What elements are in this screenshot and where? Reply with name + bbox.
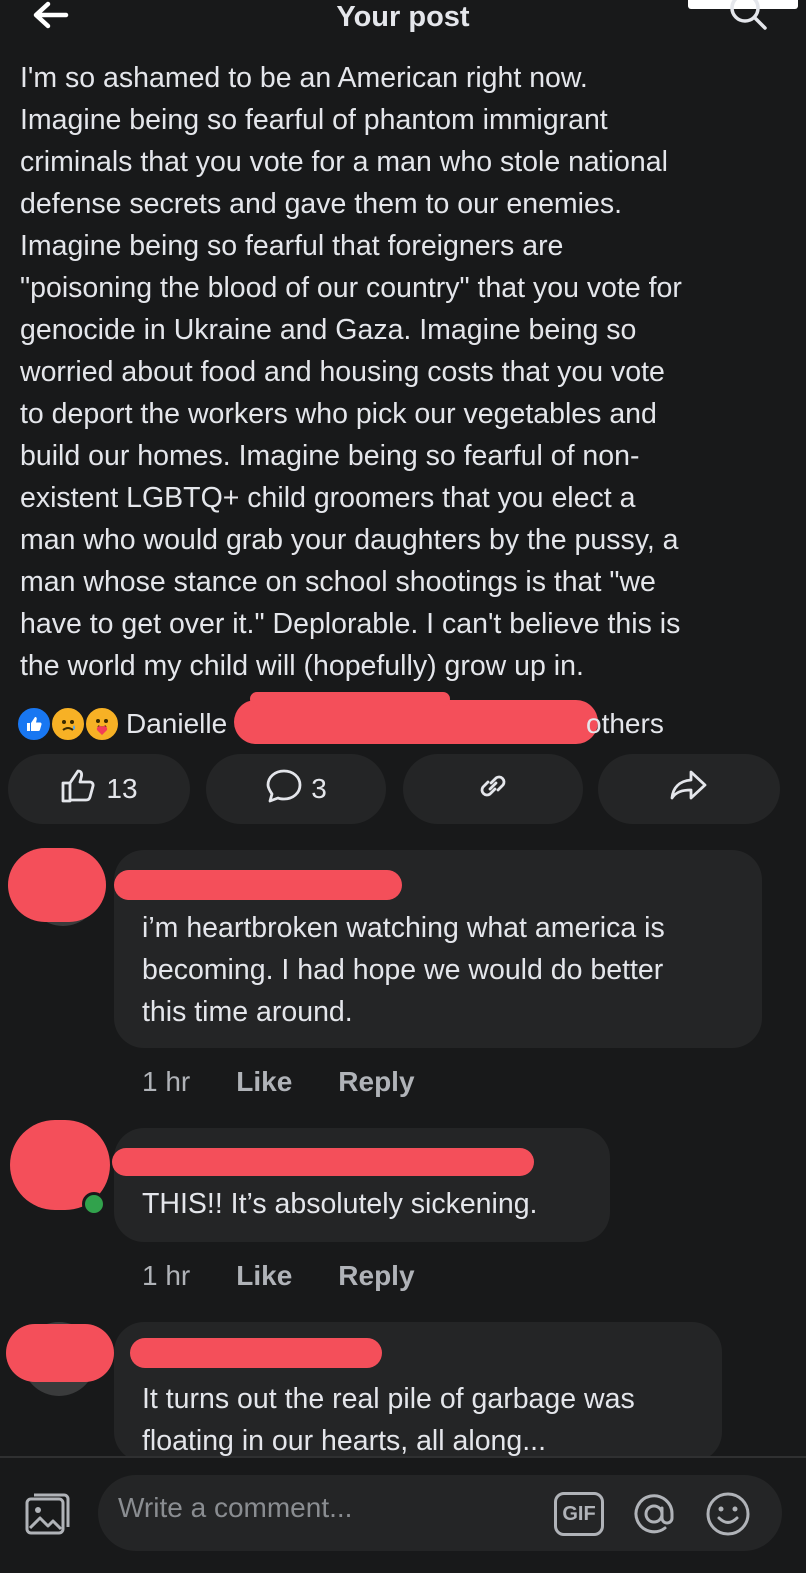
share-button[interactable]: [598, 754, 780, 824]
link-icon: [474, 768, 512, 811]
comment-meta: 1 hr Like Reply: [142, 1260, 415, 1292]
like-count: 13: [106, 773, 138, 804]
comment-meta: 1 hr Like Reply: [142, 1066, 415, 1098]
comment-time: 1 hr: [142, 1066, 191, 1097]
comment-button[interactable]: 3: [206, 754, 386, 824]
photo-icon[interactable]: [24, 1490, 72, 1538]
comment-reply-link[interactable]: Reply: [338, 1066, 414, 1098]
back-arrow-icon[interactable]: [30, 0, 70, 34]
care-icon: [84, 706, 120, 742]
redaction-mark: [6, 1324, 114, 1382]
reactors-others[interactable]: others: [586, 706, 664, 742]
mention-icon[interactable]: [630, 1490, 678, 1538]
reactor-name[interactable]: Danielle: [126, 708, 227, 740]
reactions-summary[interactable]: Danielle: [16, 706, 227, 742]
comment-reply-link[interactable]: Reply: [338, 1260, 414, 1292]
redaction-mark: [8, 848, 106, 922]
comment-text: THIS!! It’s absolutely sickening.: [142, 1188, 538, 1220]
redaction-mark: [130, 1338, 382, 1368]
thumbs-up-icon: [60, 768, 98, 811]
post-text: I'm so ashamed to be an American right n…: [20, 62, 682, 682]
emoji-icon[interactable]: [704, 1490, 752, 1538]
comment-like-link[interactable]: Like: [236, 1260, 292, 1292]
comment-text: i’m heartbroken watching what america is…: [142, 912, 665, 1028]
copy-link-button[interactable]: [403, 754, 583, 824]
redaction-mark: [112, 1148, 534, 1176]
page-title: Your post: [336, 1, 470, 33]
redaction-mark: [114, 870, 402, 900]
comment-bubble-icon: [265, 768, 303, 811]
redaction-mark: [250, 692, 450, 706]
comment-time: 1 hr: [142, 1260, 191, 1291]
comment-text: It turns out the real pile of garbage wa…: [142, 1383, 635, 1457]
search-icon[interactable]: [725, 0, 775, 34]
redaction-mark: [234, 700, 598, 744]
comment-like-link[interactable]: Like: [236, 1066, 292, 1098]
sad-icon: [50, 706, 86, 742]
online-status-dot: [82, 1192, 106, 1216]
share-arrow-icon: [669, 768, 709, 811]
gif-button[interactable]: GIF: [554, 1492, 604, 1536]
like-icon: [16, 706, 52, 742]
gif-label: GIF: [562, 1502, 596, 1525]
comment-input-placeholder: Write a comment...: [118, 1492, 353, 1523]
comment-count: 3: [311, 773, 327, 804]
like-button[interactable]: 13: [8, 754, 190, 824]
